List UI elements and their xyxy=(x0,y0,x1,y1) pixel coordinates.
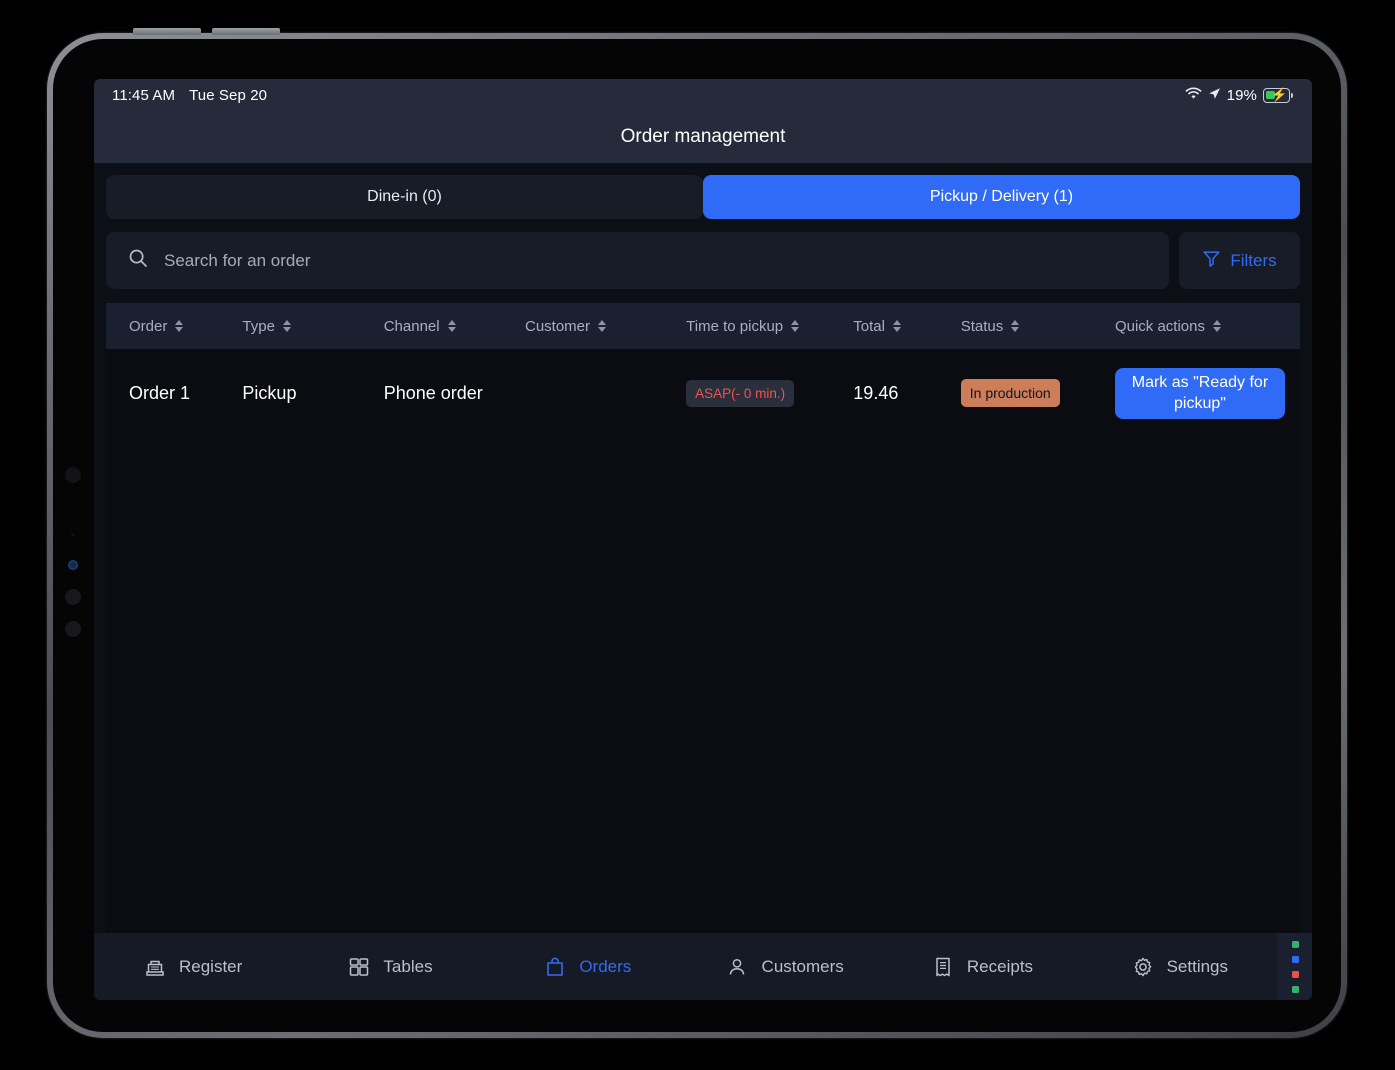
search-icon xyxy=(128,248,148,273)
bottom-nav-items: Register Tables Orders Customers Receipt… xyxy=(94,955,1278,979)
status-bar-right: 19% ⚡ xyxy=(1185,86,1293,104)
column-header-type[interactable]: Type xyxy=(242,318,383,335)
column-header-quick-actions[interactable]: Quick actions xyxy=(1115,318,1300,335)
cell-channel: Phone order xyxy=(383,382,483,403)
location-arrow-icon xyxy=(1208,87,1221,104)
column-header-type-label: Type xyxy=(242,317,275,335)
nav-item-customers[interactable]: Customers xyxy=(686,955,883,979)
nav-item-orders-label: Orders xyxy=(579,956,632,976)
ambient-sensor xyxy=(71,533,75,537)
nav-item-orders[interactable]: Orders xyxy=(489,955,686,979)
nav-item-tables-label: Tables xyxy=(383,956,433,976)
mark-ready-for-pickup-button[interactable]: Mark as "Ready for pickup" xyxy=(1114,367,1285,419)
tab-dine-in-label: Dine-in (0) xyxy=(367,188,442,205)
tab-pickup-delivery[interactable]: Pickup / Delivery (1) xyxy=(703,175,1300,219)
tablet-device-frame: 11:45 AM Tue Sep 20 19% ⚡ Order manageme… xyxy=(47,28,1347,1038)
cell-type: Pickup xyxy=(242,382,297,403)
status-bar-left: 11:45 AM Tue Sep 20 xyxy=(112,87,267,104)
battery-percent-label: 19% xyxy=(1226,86,1257,104)
status-bar-date: Tue Sep 20 xyxy=(189,86,268,104)
search-row: Filters xyxy=(106,232,1300,289)
orders-table: Order Type Channel Customer Time to pick… xyxy=(106,303,1300,933)
wifi-icon xyxy=(1185,86,1202,104)
cell-quick-actions: Mark as "Ready for pickup" xyxy=(1114,367,1300,419)
person-icon xyxy=(726,955,750,979)
app-content: Dine-in (0) Pickup / Delivery (1) Search… xyxy=(94,163,1312,1000)
column-header-status-label: Status xyxy=(960,317,1004,335)
column-header-total-label: Total xyxy=(853,317,885,335)
column-header-order[interactable]: Order xyxy=(106,318,242,335)
nav-item-settings-label: Settings xyxy=(1166,956,1229,976)
sensor-dot-3 xyxy=(65,621,81,637)
grid-tables-icon xyxy=(347,955,371,979)
status-dot-4 xyxy=(1291,985,1299,993)
gear-icon xyxy=(1131,955,1155,979)
cash-register-icon xyxy=(143,955,167,979)
column-header-status[interactable]: Status xyxy=(961,318,1115,335)
sort-icon xyxy=(175,320,184,332)
nav-item-tables[interactable]: Tables xyxy=(291,955,488,979)
sort-icon xyxy=(598,320,607,332)
search-container[interactable] xyxy=(106,232,1169,289)
sort-icon xyxy=(447,320,456,332)
peripheral-status-indicators[interactable] xyxy=(1278,933,1312,1000)
column-header-order-label: Order xyxy=(129,317,168,335)
indicator-led xyxy=(68,560,78,570)
column-header-customer-label: Customer xyxy=(524,317,591,335)
filters-label: Filters xyxy=(1230,250,1277,270)
device-bezel: 11:45 AM Tue Sep 20 19% ⚡ Order manageme… xyxy=(53,39,1341,1032)
search-input[interactable] xyxy=(162,249,1147,272)
column-header-channel[interactable]: Channel xyxy=(384,318,525,335)
ios-status-bar: 11:45 AM Tue Sep 20 19% ⚡ xyxy=(94,79,1312,111)
asap-chip: ASAP(- 0 min.) xyxy=(686,379,795,407)
volume-down-button[interactable] xyxy=(212,28,280,35)
status-dot-3 xyxy=(1291,970,1299,978)
sensor-dot-2 xyxy=(65,589,81,605)
nav-item-receipts-label: Receipts xyxy=(966,956,1034,976)
nav-item-receipts[interactable]: Receipts xyxy=(883,955,1080,979)
screenshot-stage: 11:45 AM Tue Sep 20 19% ⚡ Order manageme… xyxy=(0,0,1395,1070)
shopping-bag-icon xyxy=(543,955,567,979)
page-title-bar: Order management xyxy=(94,111,1312,163)
status-dot-1 xyxy=(1291,940,1299,948)
order-type-tabs: Dine-in (0) Pickup / Delivery (1) xyxy=(106,175,1300,219)
column-header-quick-actions-label: Quick actions xyxy=(1114,317,1205,335)
status-bar-time: 11:45 AM xyxy=(112,86,176,104)
column-header-time-to-pickup-label: Time to pickup xyxy=(686,317,784,335)
nav-item-customers-label: Customers xyxy=(761,956,844,976)
battery-charging-icon: ⚡ xyxy=(1263,87,1293,103)
table-header-row: Order Type Channel Customer Time to pick… xyxy=(106,303,1300,349)
sort-icon xyxy=(1213,320,1221,332)
status-dot-2 xyxy=(1291,955,1299,963)
volume-up-button[interactable] xyxy=(133,28,201,35)
receipt-icon xyxy=(931,955,955,979)
table-empty-area xyxy=(106,437,1300,933)
tab-dine-in[interactable]: Dine-in (0) xyxy=(106,175,703,219)
column-header-customer[interactable]: Customer xyxy=(525,318,686,335)
sort-icon xyxy=(892,320,901,332)
column-header-channel-label: Channel xyxy=(383,317,440,335)
device-screen: 11:45 AM Tue Sep 20 19% ⚡ Order manageme… xyxy=(94,79,1312,1000)
nav-item-register-label: Register xyxy=(179,956,243,976)
nav-item-register[interactable]: Register xyxy=(94,955,291,979)
cell-total: 19.46 xyxy=(853,382,899,403)
table-row[interactable]: Order 1 Pickup Phone order ASAP(- 0 min.… xyxy=(106,349,1300,437)
cell-status: In production xyxy=(960,379,1115,407)
column-header-time-to-pickup[interactable]: Time to pickup xyxy=(686,318,853,335)
filters-button[interactable]: Filters xyxy=(1179,232,1300,289)
page-title: Order management xyxy=(620,126,786,147)
sort-icon xyxy=(791,320,800,332)
sort-icon xyxy=(282,320,291,332)
cell-time-to-pickup: ASAP(- 0 min.) xyxy=(686,379,853,407)
cell-order: Order 1 xyxy=(129,382,191,403)
front-camera xyxy=(65,467,81,483)
tab-pickup-delivery-label: Pickup / Delivery (1) xyxy=(929,188,1074,205)
status-badge: In production xyxy=(960,379,1060,407)
nav-item-settings[interactable]: Settings xyxy=(1081,955,1278,979)
sort-icon xyxy=(1011,320,1020,332)
bottom-navigation: Register Tables Orders Customers Receipt… xyxy=(94,933,1312,1000)
filter-funnel-icon xyxy=(1202,249,1221,273)
column-header-total[interactable]: Total xyxy=(853,318,960,335)
